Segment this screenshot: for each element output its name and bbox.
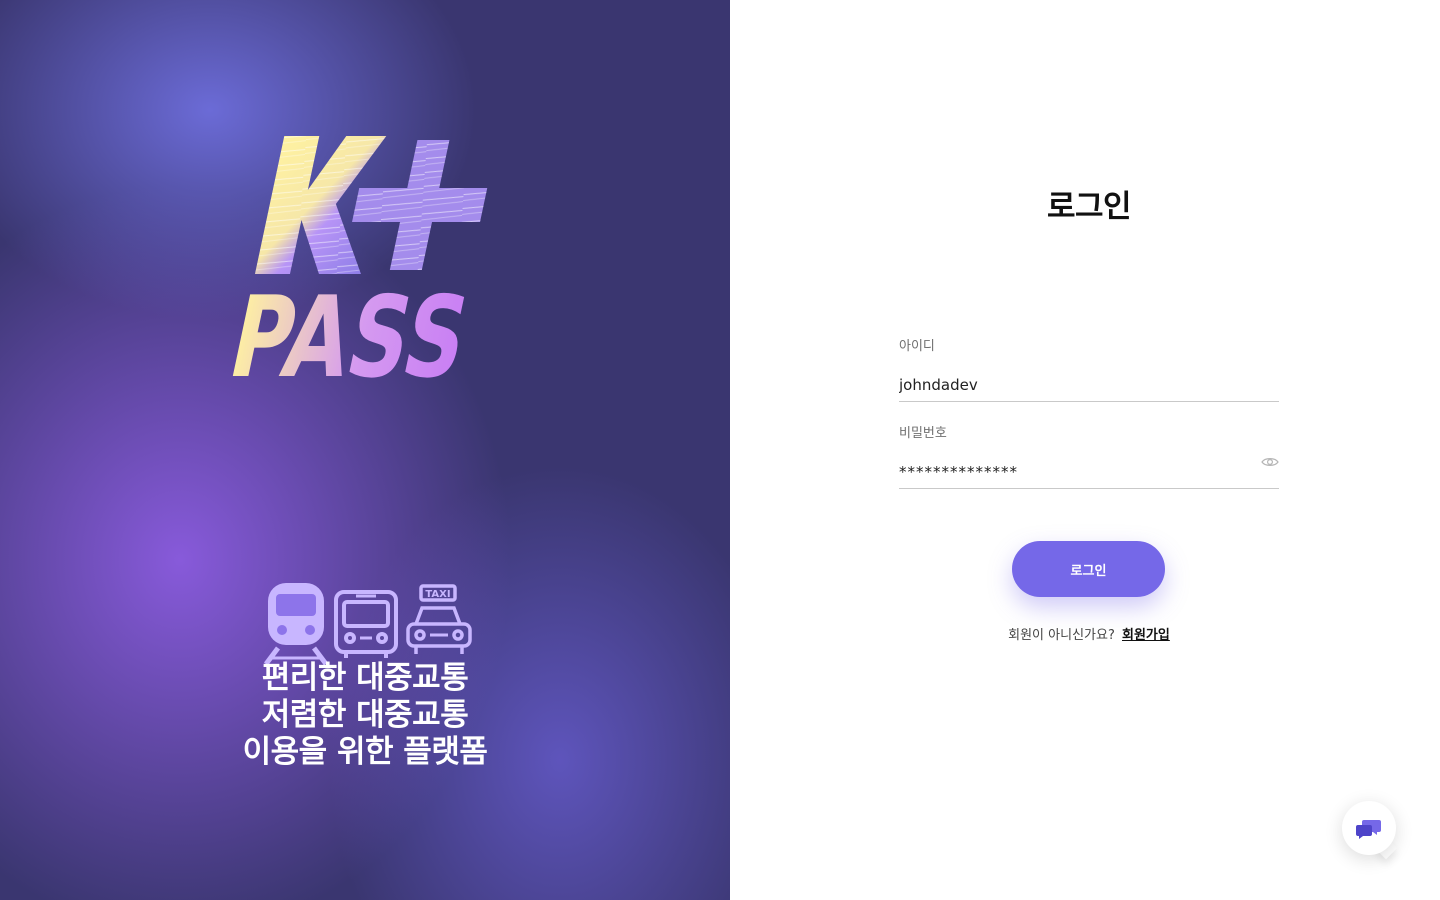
password-input[interactable] [899, 455, 1279, 489]
signup-row: 회원이 아니신가요? 회원가입 [899, 624, 1279, 643]
slogan-line-3: 이용을 위한 플랫폼 [242, 734, 488, 770]
k-pass-logo: PASS [226, 136, 488, 382]
signup-link[interactable]: 회원가입 [1122, 628, 1170, 643]
chat-bubbles-icon [1356, 820, 1381, 839]
hero-panel: PASS TAXI 편리한 대중교통 저렴한 대중교통 이용을 위한 플랫폼 [0, 0, 730, 900]
logo-line-k-plus [254, 136, 488, 274]
id-input[interactable] [899, 368, 1279, 402]
login-title: 로그인 [1046, 188, 1132, 225]
chat-button[interactable] [1342, 801, 1396, 855]
train-icon [264, 583, 328, 666]
id-label: 아이디 [899, 339, 935, 354]
slogan-line-2: 저렴한 대중교통 [261, 697, 469, 733]
password-label: 비밀번호 [899, 426, 947, 441]
signup-prompt: 회원이 아니신가요? [1008, 628, 1115, 643]
login-button[interactable]: 로그인 [1012, 541, 1165, 597]
hero-slogan: 편리한 대중교통 저렴한 대중교통 이용을 위한 플랫폼 [160, 660, 570, 771]
bus-icon [334, 590, 398, 658]
logo-line-pass: PASS [226, 272, 479, 382]
eye-icon[interactable] [1261, 456, 1279, 468]
transport-icons: TAXI [258, 578, 478, 668]
logo-pass-text: PASS [226, 272, 479, 382]
password-field: 비밀번호 [899, 425, 1279, 489]
id-field: 아이디 [899, 338, 1279, 402]
taxi-label: TAXI [425, 589, 450, 600]
slogan-line-1: 편리한 대중교통 [261, 660, 469, 696]
taxi-icon: TAXI [406, 584, 472, 654]
